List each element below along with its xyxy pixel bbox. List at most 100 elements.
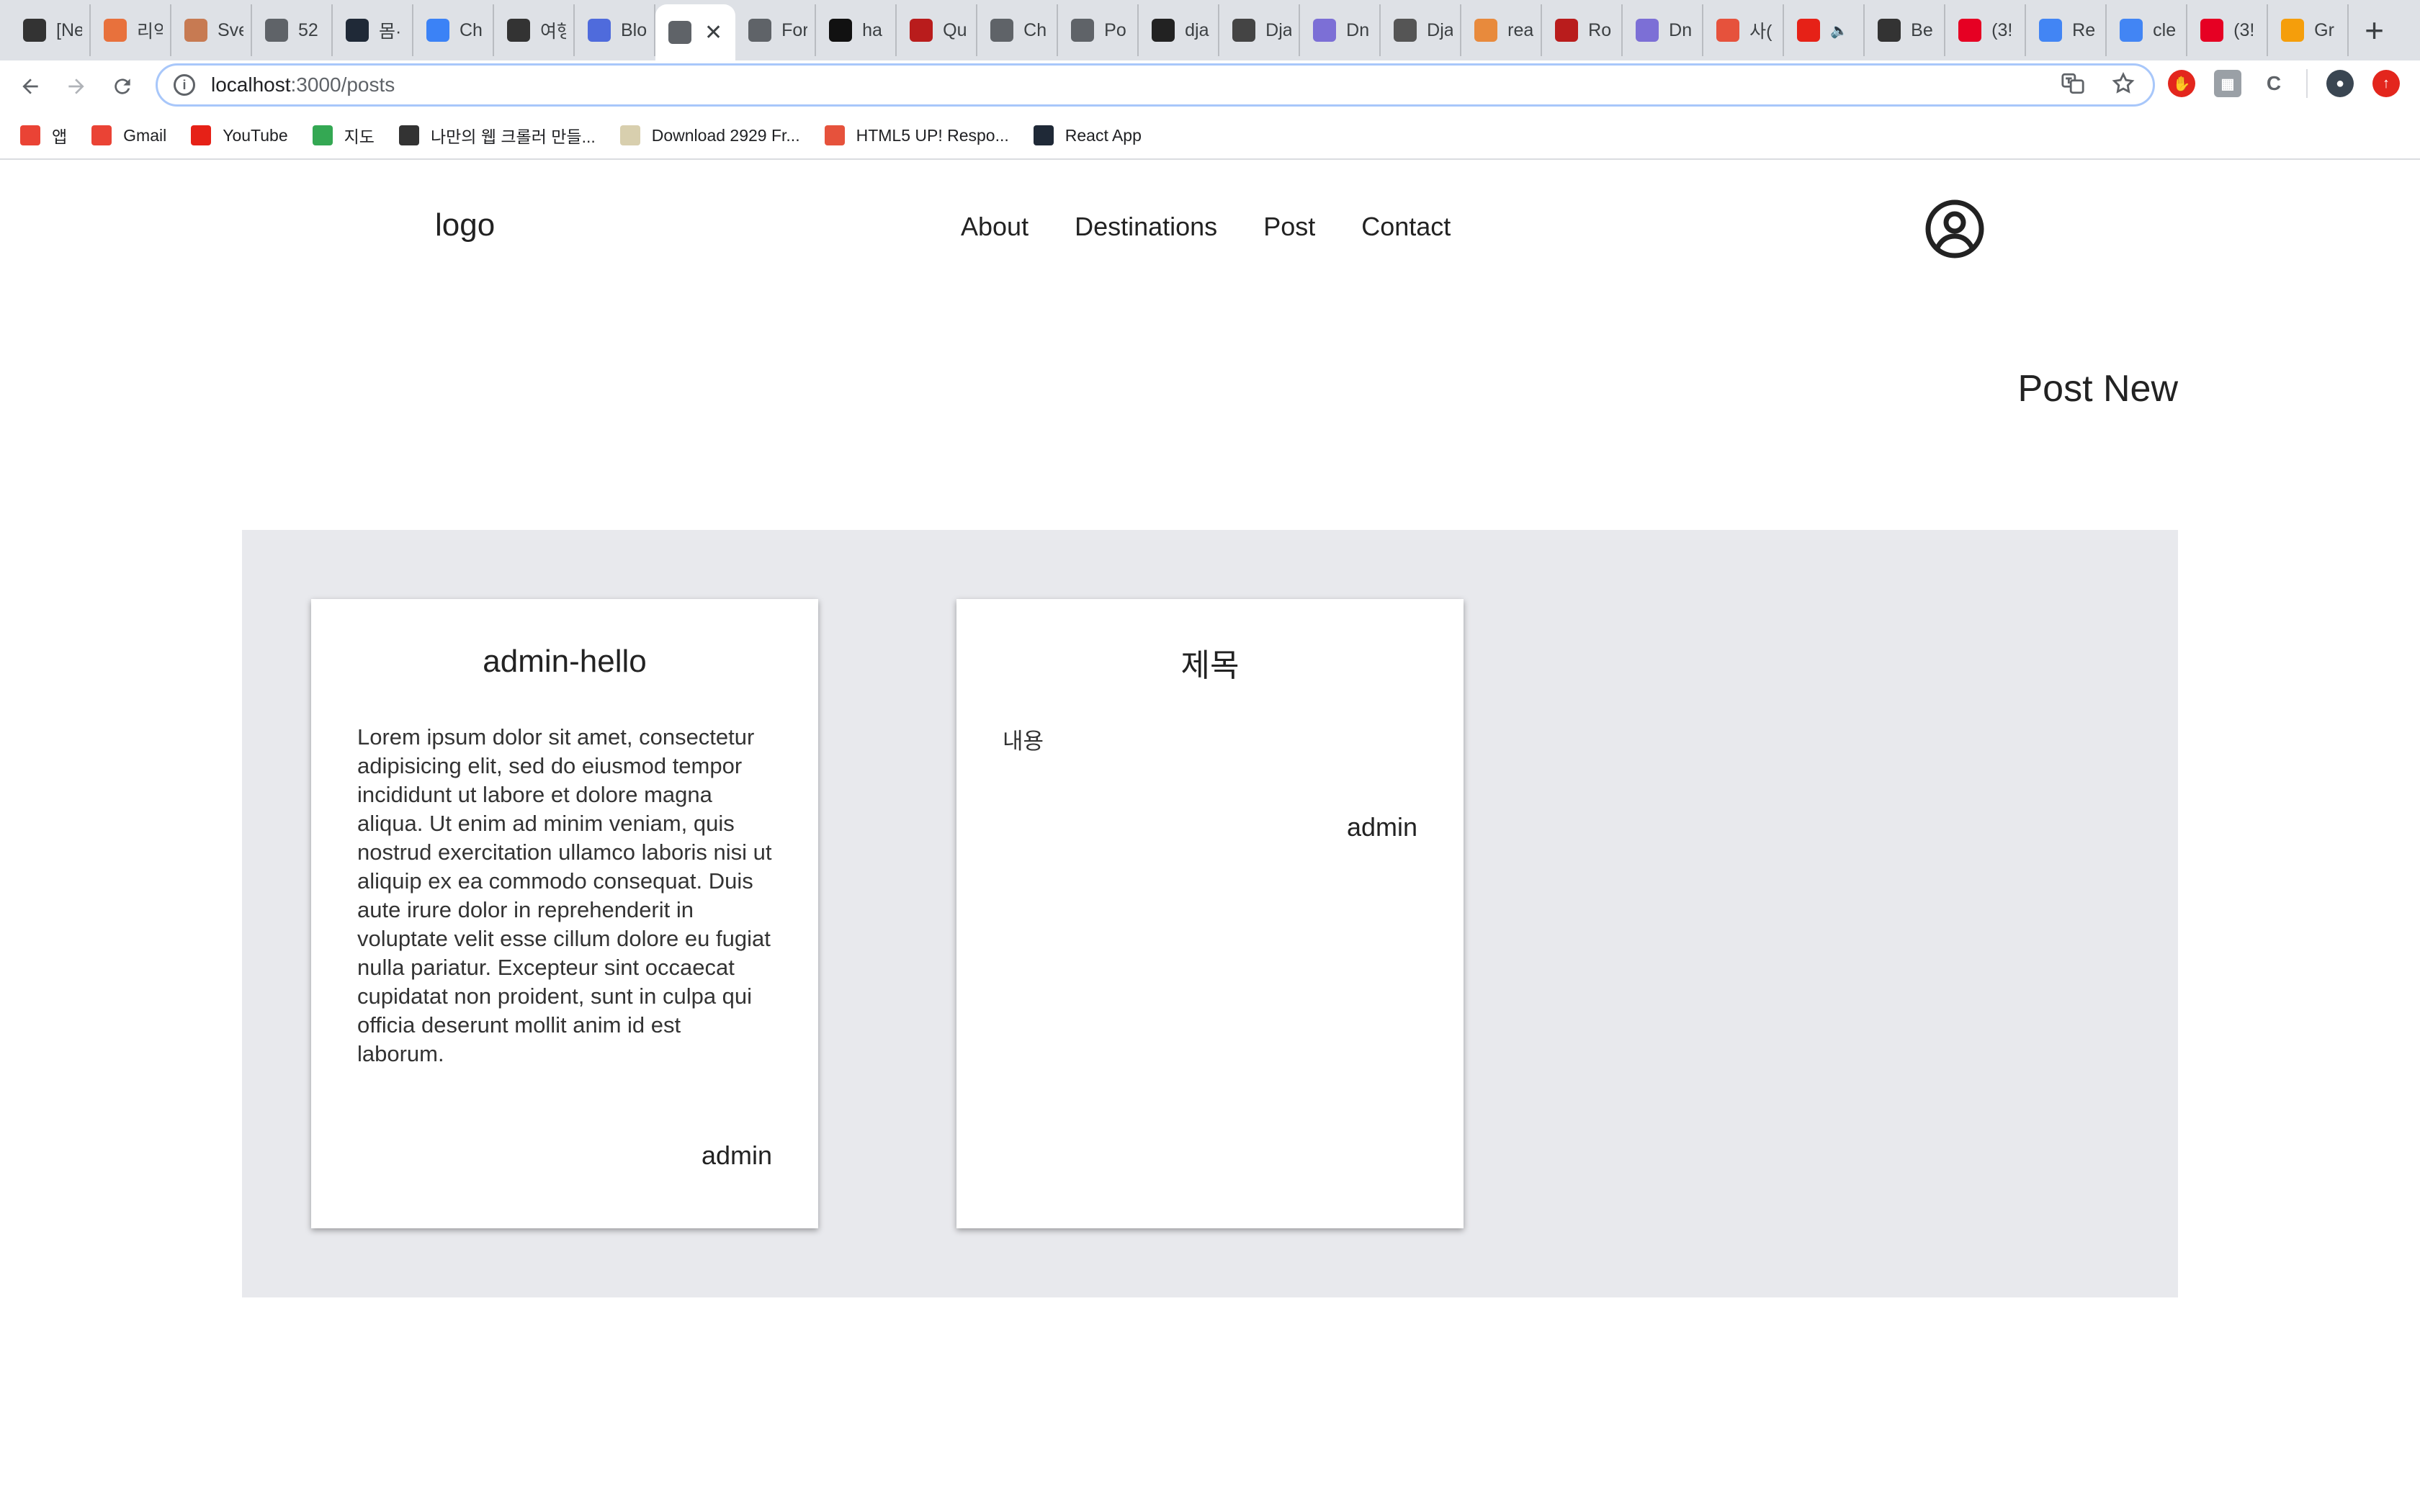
globe-icon (1071, 19, 1095, 42)
browser-tab[interactable]: 🔈 (1784, 4, 1865, 56)
avatar-icon (184, 19, 207, 42)
browser-tab[interactable]: Po (1058, 4, 1139, 56)
tab-title: (3! (1991, 19, 2013, 40)
tab-title: Dja (1265, 19, 1292, 40)
browser-tab[interactable]: Be (1865, 4, 1946, 56)
user-account-icon[interactable] (1924, 199, 1985, 259)
browser-tab-active[interactable]: ✕ (655, 4, 736, 60)
browser-tab[interactable]: 52 (252, 4, 333, 56)
apps-grid-icon (20, 125, 40, 145)
stack-icon (1474, 19, 1498, 42)
menu-item-contact[interactable]: Contact (1361, 212, 1451, 242)
browser-tab[interactable]: (3! (1945, 4, 2027, 56)
orange-app-icon (104, 19, 127, 42)
adblock-extension-icon[interactable]: ✋ (2168, 70, 2195, 97)
tab-title: Dja (1427, 19, 1453, 40)
maps-icon (312, 125, 333, 145)
post-card[interactable]: 제목 내용 admin (956, 599, 1464, 1228)
menu-item-about[interactable]: About (961, 212, 1028, 242)
post-author: admin (1346, 812, 1417, 842)
v-icon (1636, 19, 1659, 42)
post-title: 제목 (1180, 648, 1240, 683)
update-arrow-icon[interactable]: ↑ (2372, 70, 2400, 97)
tab-title: dja (1185, 19, 1209, 40)
posts-container: admin-hello Lorem ipsum dolor sit amet, … (242, 530, 2178, 1297)
extension-icon[interactable]: ▦ (2214, 70, 2241, 97)
browser-tab[interactable]: 몸· (333, 4, 413, 56)
browser-tab[interactable]: Ch (977, 4, 1059, 56)
browser-tab[interactable]: (3! (2187, 4, 2269, 56)
browser-tab[interactable]: Blo (575, 4, 655, 56)
youtube-icon (191, 125, 212, 145)
browser-tab[interactable]: For (735, 4, 817, 56)
gmail-icon (91, 125, 112, 145)
tab-title: Qu (943, 19, 967, 40)
red-dots-icon (910, 19, 933, 42)
url-host: localhost (211, 73, 291, 96)
r-icon (2281, 19, 2305, 42)
browser-tab[interactable]: Dn (1300, 4, 1381, 56)
browser-tab[interactable]: Qu (897, 4, 978, 56)
browser-tab[interactable]: 사( (1703, 4, 1785, 56)
bookmark-item[interactable]: React App (1033, 125, 1142, 145)
browser-tab[interactable]: Re (2026, 4, 2107, 56)
browser-tab[interactable]: Gr (2268, 4, 2349, 56)
browser-tab[interactable]: Sve (171, 4, 252, 56)
browser-tab[interactable]: dja (1139, 4, 1220, 56)
translate-icon[interactable] (2061, 71, 2085, 96)
browser-tab[interactable]: 리악 (91, 4, 171, 56)
browser-tab[interactable]: ha (816, 4, 897, 56)
info-icon[interactable]: i (174, 74, 195, 96)
close-tab-icon[interactable]: ✕ (704, 20, 722, 45)
tab-title: 사( (1749, 22, 1773, 42)
browser-tab[interactable]: Dja (1381, 4, 1462, 56)
browser-tab[interactable]: Dja (1219, 4, 1301, 56)
menu-item-post[interactable]: Post (1263, 212, 1315, 242)
tab-title: 몸· (379, 22, 402, 42)
browser-tab[interactable]: Dn (1623, 4, 1704, 56)
back-button[interactable] (7, 63, 53, 109)
tab-strip: [Ne 리악 Sve 52 몸· Ch 여행 Blo ✕ For ha Qu Ch Po dja Dja Dn D… (0, 0, 2420, 60)
bookmark-label: React App (1065, 125, 1142, 145)
browser-tab[interactable]: rea (1461, 4, 1543, 56)
css-extension-icon[interactable]: C (2260, 70, 2287, 97)
bookmark-label: HTML5 UP! Respo... (856, 125, 1009, 145)
globe-icon (265, 19, 288, 42)
bookmark-item[interactable]: HTML5 UP! Respo... (824, 125, 1009, 145)
tab-title: (3! (2233, 19, 2255, 40)
menu-item-destinations[interactable]: Destinations (1075, 212, 1217, 242)
bookmark-item[interactable]: 앱 (20, 123, 67, 148)
browser-tab[interactable]: 여행 (494, 4, 575, 56)
browser-tab[interactable]: Ro (1542, 4, 1623, 56)
google-icon (2039, 19, 2063, 42)
tab-title: Ro (1588, 19, 1612, 40)
post-new-button[interactable]: Post New (2017, 367, 2178, 410)
profile-avatar-icon[interactable]: ● (2326, 70, 2354, 97)
tab-title: Ch (460, 19, 483, 40)
site-logo[interactable]: logo (435, 207, 495, 243)
bookmark-star-icon[interactable] (2111, 71, 2136, 96)
avatar-icon (1232, 19, 1256, 42)
browser-tab[interactable]: [Ne (10, 4, 91, 56)
bookmark-item[interactable]: YouTube (191, 125, 288, 145)
coin-icon (1716, 19, 1740, 42)
github-icon (829, 19, 853, 42)
audio-playing-icon[interactable]: 🔈 (1830, 22, 1856, 40)
browser-tab[interactable]: Ch (413, 4, 494, 56)
post-card[interactable]: admin-hello Lorem ipsum dolor sit amet, … (311, 599, 818, 1228)
reload-button[interactable] (99, 63, 145, 109)
forward-button[interactable] (53, 63, 99, 109)
google-icon (2120, 19, 2143, 42)
bookmark-item[interactable]: 나만의 웹 크롤러 만들... (398, 123, 596, 148)
new-tab-button[interactable]: + (2365, 0, 2384, 60)
address-bar[interactable]: i localhost:3000/posts (156, 63, 2155, 107)
post-body: 내용 (1003, 729, 1044, 754)
bookmark-item[interactable]: 지도 (312, 123, 375, 148)
bookmark-item[interactable]: Gmail (91, 125, 166, 145)
browser-tab[interactable]: cle (2107, 4, 2188, 56)
react-icon (346, 19, 369, 42)
post-body: Lorem ipsum dolor sit amet, consectetur … (357, 724, 772, 1066)
bookmark-item[interactable]: Download 2929 Fr... (619, 125, 800, 145)
dark-square-icon (23, 19, 46, 42)
globe-icon (668, 21, 691, 44)
